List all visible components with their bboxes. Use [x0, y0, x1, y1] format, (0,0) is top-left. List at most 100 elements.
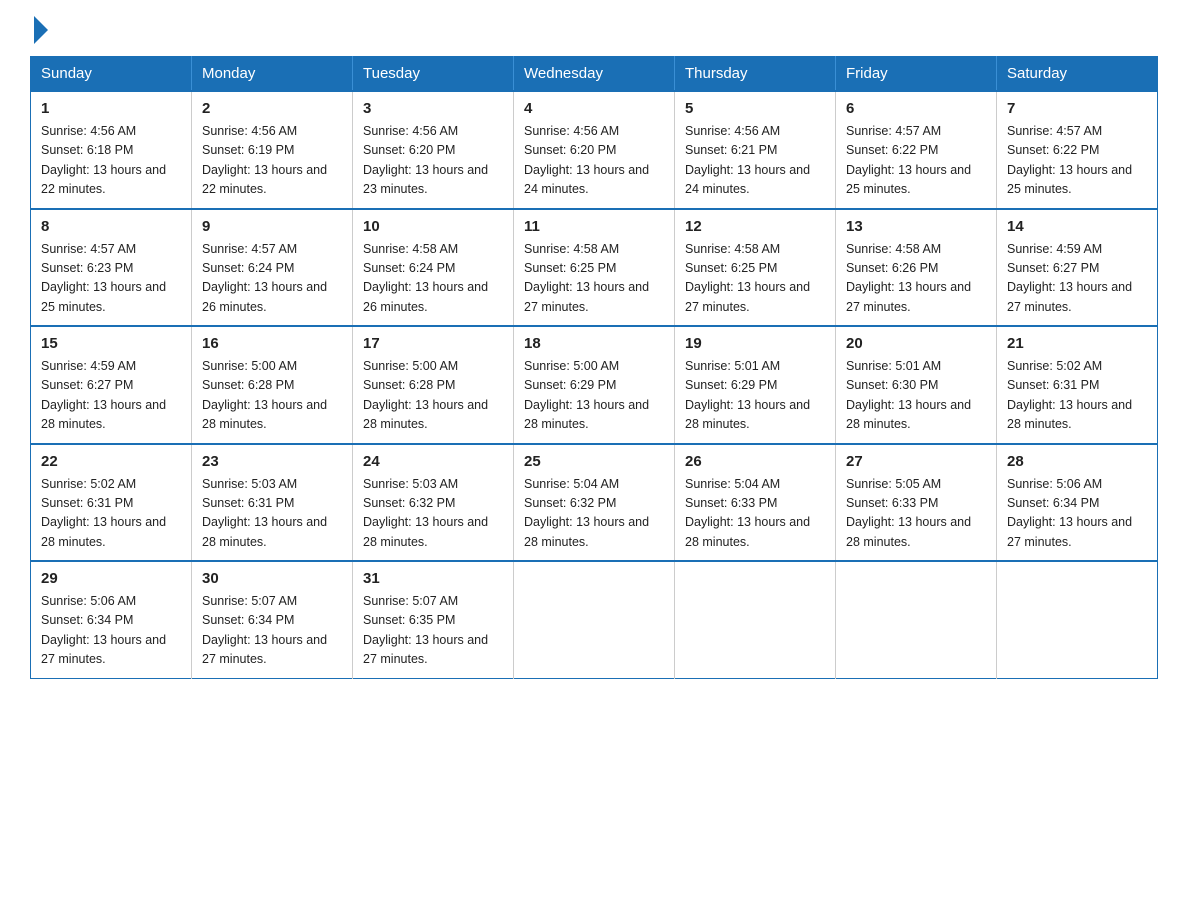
day-info: Sunrise: 4:57 AMSunset: 6:23 PMDaylight:… [41, 240, 181, 318]
day-info: Sunrise: 4:57 AMSunset: 6:22 PMDaylight:… [846, 122, 986, 200]
calendar-cell: 4Sunrise: 4:56 AMSunset: 6:20 PMDaylight… [514, 91, 675, 209]
calendar-cell: 20 Sunrise: 5:01 AMSunset: 6:30 PMDayligh… [836, 326, 997, 444]
calendar-cell: 1 Sunrise: 4:56 AMSunset: 6:18 PMDaylight… [31, 91, 192, 209]
day-info: Sunrise: 4:59 AMSunset: 6:27 PMDaylight:… [1007, 240, 1147, 318]
day-number: 16 [202, 335, 342, 352]
day-info: Sunrise: 4:56 AMSunset: 6:19 PMDaylight:… [202, 122, 342, 200]
day-info: Sunrise: 5:07 AMSunset: 6:35 PMDaylight:… [363, 592, 503, 670]
day-number: 31 [363, 570, 503, 587]
calendar-cell: 16 Sunrise: 5:00 AMSunset: 6:28 PMDayligh… [192, 326, 353, 444]
day-info: Sunrise: 4:58 AMSunset: 6:25 PMDaylight:… [685, 240, 825, 318]
calendar-table: SundayMondayTuesdayWednesdayThursdayFrid… [30, 56, 1158, 679]
calendar-header-thursday: Thursday [675, 57, 836, 92]
calendar-cell: 5 Sunrise: 4:56 AMSunset: 6:21 PMDaylight… [675, 91, 836, 209]
day-info: Sunrise: 4:58 AMSunset: 6:24 PMDaylight:… [363, 240, 503, 318]
day-number: 2 [202, 100, 342, 117]
calendar-week-row: 15 Sunrise: 4:59 AMSunset: 6:27 PMDayligh… [31, 326, 1158, 444]
calendar-cell: 18 Sunrise: 5:00 AMSunset: 6:29 PMDayligh… [514, 326, 675, 444]
day-info: Sunrise: 5:04 AMSunset: 6:32 PMDaylight:… [524, 475, 664, 553]
day-number: 30 [202, 570, 342, 587]
calendar-cell: 17 Sunrise: 5:00 AMSunset: 6:28 PMDayligh… [353, 326, 514, 444]
calendar-cell: 29 Sunrise: 5:06 AMSunset: 6:34 PMDayligh… [31, 561, 192, 678]
day-info: Sunrise: 5:05 AMSunset: 6:33 PMDaylight:… [846, 475, 986, 553]
day-number: 15 [41, 335, 181, 352]
calendar-cell [997, 561, 1158, 678]
day-number: 25 [524, 453, 664, 470]
day-info: Sunrise: 4:56 AMSunset: 6:18 PMDaylight:… [41, 122, 181, 200]
day-info: Sunrise: 4:57 AMSunset: 6:24 PMDaylight:… [202, 240, 342, 318]
day-info: Sunrise: 5:03 AMSunset: 6:32 PMDaylight:… [363, 475, 503, 553]
logo-triangle-icon [34, 16, 48, 44]
day-number: 29 [41, 570, 181, 587]
logo [30, 20, 48, 38]
day-info: Sunrise: 5:02 AMSunset: 6:31 PMDaylight:… [41, 475, 181, 553]
calendar-header-sunday: Sunday [31, 57, 192, 92]
day-number: 8 [41, 218, 181, 235]
calendar-cell: 10 Sunrise: 4:58 AMSunset: 6:24 PMDayligh… [353, 209, 514, 327]
day-info: Sunrise: 4:58 AMSunset: 6:25 PMDaylight:… [524, 240, 664, 318]
day-number: 6 [846, 100, 986, 117]
day-number: 9 [202, 218, 342, 235]
calendar-cell: 13Sunrise: 4:58 AMSunset: 6:26 PMDayligh… [836, 209, 997, 327]
day-info: Sunrise: 5:00 AMSunset: 6:28 PMDaylight:… [363, 357, 503, 435]
day-info: Sunrise: 5:06 AMSunset: 6:34 PMDaylight:… [41, 592, 181, 670]
calendar-week-row: 22 Sunrise: 5:02 AMSunset: 6:31 PMDayligh… [31, 444, 1158, 562]
calendar-cell: 6 Sunrise: 4:57 AMSunset: 6:22 PMDaylight… [836, 91, 997, 209]
calendar-cell: 2 Sunrise: 4:56 AMSunset: 6:19 PMDaylight… [192, 91, 353, 209]
calendar-cell: 7 Sunrise: 4:57 AMSunset: 6:22 PMDaylight… [997, 91, 1158, 209]
day-number: 18 [524, 335, 664, 352]
calendar-cell: 3 Sunrise: 4:56 AMSunset: 6:20 PMDaylight… [353, 91, 514, 209]
day-number: 5 [685, 100, 825, 117]
day-info: Sunrise: 4:59 AMSunset: 6:27 PMDaylight:… [41, 357, 181, 435]
calendar-header-saturday: Saturday [997, 57, 1158, 92]
day-number: 1 [41, 100, 181, 117]
day-number: 23 [202, 453, 342, 470]
day-number: 21 [1007, 335, 1147, 352]
day-info: Sunrise: 5:07 AMSunset: 6:34 PMDaylight:… [202, 592, 342, 670]
calendar-cell: 28 Sunrise: 5:06 AMSunset: 6:34 PMDayligh… [997, 444, 1158, 562]
calendar-cell: 24Sunrise: 5:03 AMSunset: 6:32 PMDayligh… [353, 444, 514, 562]
day-number: 19 [685, 335, 825, 352]
day-info: Sunrise: 5:01 AMSunset: 6:30 PMDaylight:… [846, 357, 986, 435]
day-info: Sunrise: 4:56 AMSunset: 6:21 PMDaylight:… [685, 122, 825, 200]
day-info: Sunrise: 5:04 AMSunset: 6:33 PMDaylight:… [685, 475, 825, 553]
day-info: Sunrise: 4:56 AMSunset: 6:20 PMDaylight:… [363, 122, 503, 200]
calendar-week-row: 29 Sunrise: 5:06 AMSunset: 6:34 PMDayligh… [31, 561, 1158, 678]
day-number: 20 [846, 335, 986, 352]
day-info: Sunrise: 5:06 AMSunset: 6:34 PMDaylight:… [1007, 475, 1147, 553]
day-info: Sunrise: 4:58 AMSunset: 6:26 PMDaylight:… [846, 240, 986, 318]
calendar-header-wednesday: Wednesday [514, 57, 675, 92]
day-info: Sunrise: 5:02 AMSunset: 6:31 PMDaylight:… [1007, 357, 1147, 435]
day-number: 17 [363, 335, 503, 352]
day-info: Sunrise: 4:56 AMSunset: 6:20 PMDaylight:… [524, 122, 664, 200]
day-info: Sunrise: 4:57 AMSunset: 6:22 PMDaylight:… [1007, 122, 1147, 200]
day-number: 10 [363, 218, 503, 235]
calendar-cell: 31 Sunrise: 5:07 AMSunset: 6:35 PMDayligh… [353, 561, 514, 678]
calendar-cell: 27 Sunrise: 5:05 AMSunset: 6:33 PMDayligh… [836, 444, 997, 562]
calendar-cell [514, 561, 675, 678]
page-header [30, 20, 1158, 38]
day-number: 3 [363, 100, 503, 117]
day-info: Sunrise: 5:00 AMSunset: 6:28 PMDaylight:… [202, 357, 342, 435]
calendar-cell: 15 Sunrise: 4:59 AMSunset: 6:27 PMDayligh… [31, 326, 192, 444]
calendar-cell [836, 561, 997, 678]
calendar-cell: 19Sunrise: 5:01 AMSunset: 6:29 PMDayligh… [675, 326, 836, 444]
calendar-week-row: 1 Sunrise: 4:56 AMSunset: 6:18 PMDaylight… [31, 91, 1158, 209]
calendar-cell: 21 Sunrise: 5:02 AMSunset: 6:31 PMDayligh… [997, 326, 1158, 444]
calendar-header-friday: Friday [836, 57, 997, 92]
day-number: 22 [41, 453, 181, 470]
day-info: Sunrise: 5:03 AMSunset: 6:31 PMDaylight:… [202, 475, 342, 553]
calendar-cell [675, 561, 836, 678]
calendar-cell: 22 Sunrise: 5:02 AMSunset: 6:31 PMDayligh… [31, 444, 192, 562]
calendar-cell: 9 Sunrise: 4:57 AMSunset: 6:24 PMDaylight… [192, 209, 353, 327]
calendar-week-row: 8 Sunrise: 4:57 AMSunset: 6:23 PMDaylight… [31, 209, 1158, 327]
day-number: 26 [685, 453, 825, 470]
day-number: 7 [1007, 100, 1147, 117]
calendar-cell: 8 Sunrise: 4:57 AMSunset: 6:23 PMDaylight… [31, 209, 192, 327]
calendar-cell: 25 Sunrise: 5:04 AMSunset: 6:32 PMDayligh… [514, 444, 675, 562]
day-info: Sunrise: 5:00 AMSunset: 6:29 PMDaylight:… [524, 357, 664, 435]
calendar-cell: 14Sunrise: 4:59 AMSunset: 6:27 PMDayligh… [997, 209, 1158, 327]
day-number: 11 [524, 218, 664, 235]
day-number: 28 [1007, 453, 1147, 470]
day-number: 27 [846, 453, 986, 470]
